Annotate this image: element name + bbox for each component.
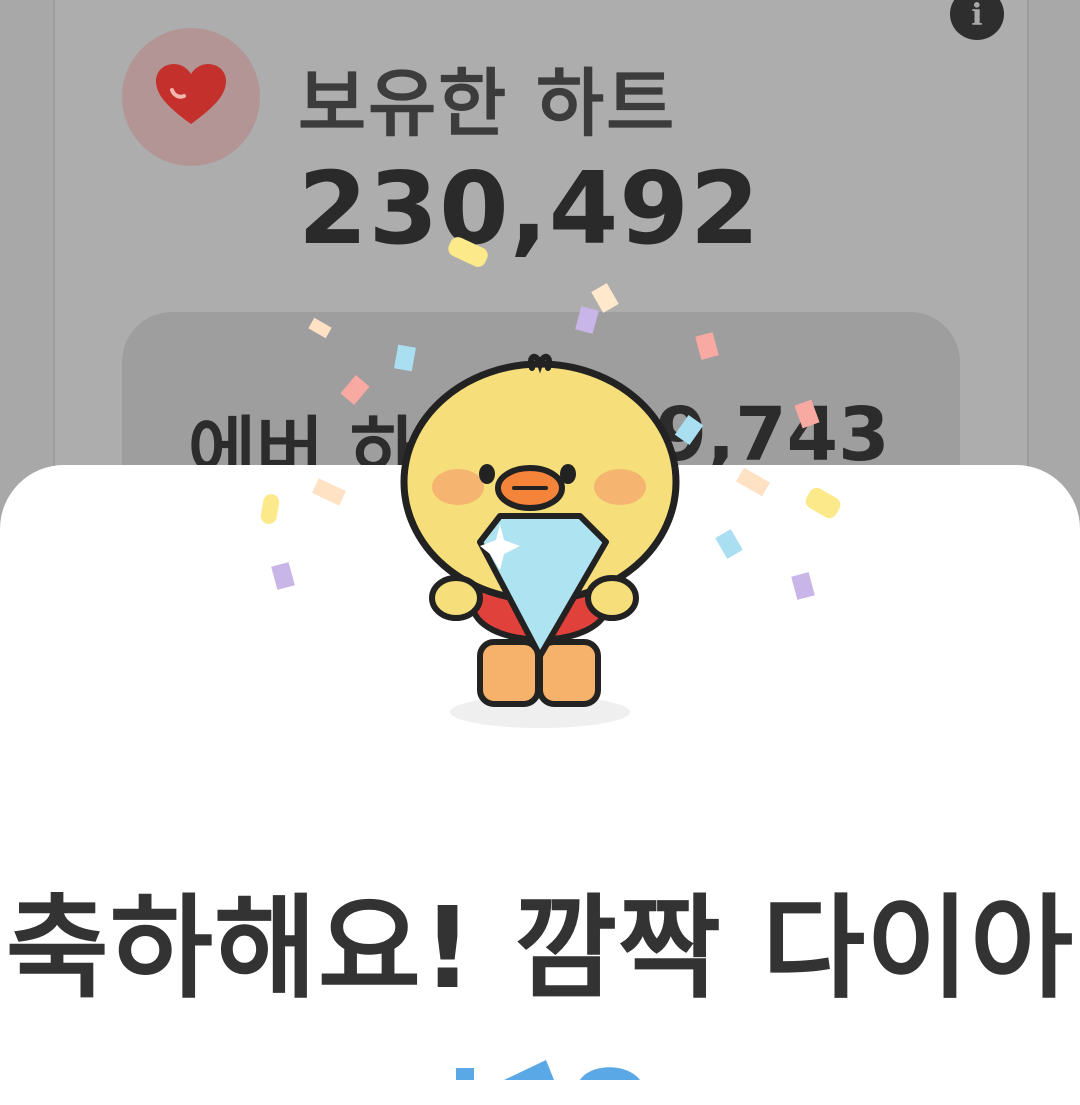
chick-mascot-icon: [400, 353, 680, 728]
diamond-icon: [456, 1060, 640, 1080]
heart-avatar: [122, 28, 260, 166]
modal-title: 축하해요! 깜짝 다이아: [5, 884, 1075, 1014]
owned-hearts-count: 230,492: [298, 150, 761, 267]
heart-icon: [156, 64, 226, 124]
owned-hearts-title: 보유한 하트: [298, 61, 677, 147]
